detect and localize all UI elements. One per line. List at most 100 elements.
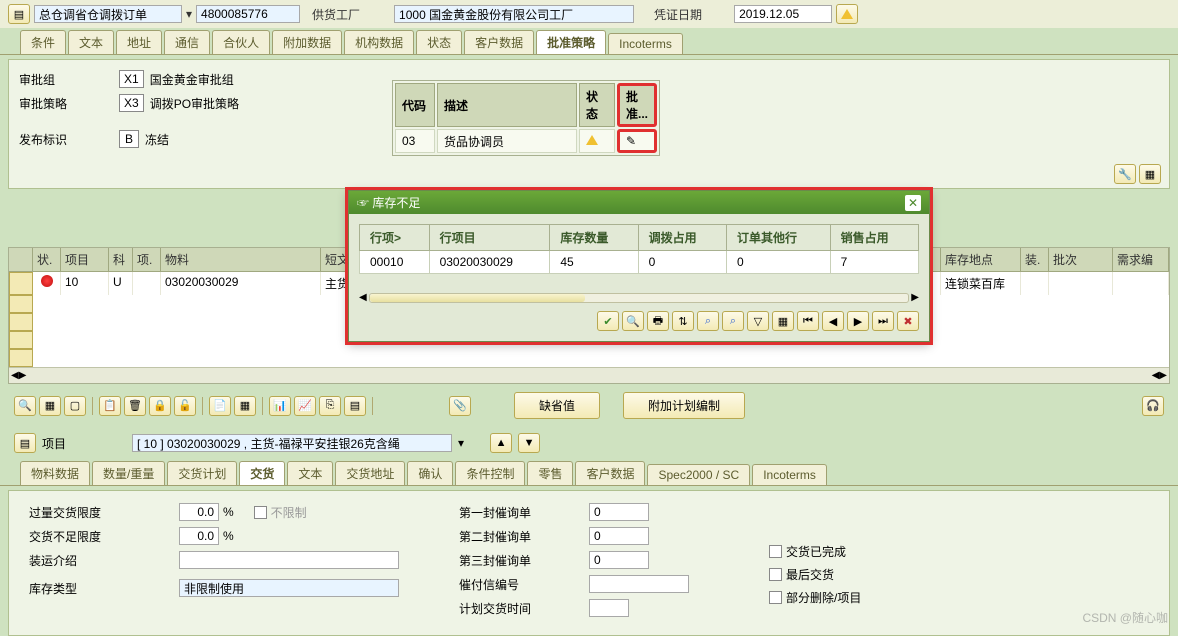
scroll-right2-icon[interactable]: ▶ [1159,370,1167,381]
grid-icon[interactable]: ▦ [772,311,794,331]
dlg-col-transfer: 调拨占用 [638,225,726,251]
expand2-icon[interactable]: ▤ [14,433,36,453]
last-icon[interactable]: ⏭ [872,311,894,331]
scroll-left-icon[interactable]: ◀ [11,370,19,381]
tab2-qty[interactable]: 数量/重量 [92,461,165,485]
tab2-text[interactable]: 文本 [287,461,333,485]
copy-icon[interactable]: 📋 [99,396,121,416]
scroll-right-icon[interactable]: ▶ [911,292,919,303]
tab-status[interactable]: 状态 [416,30,462,54]
tab-comm[interactable]: 通信 [164,30,210,54]
dun2-input[interactable] [589,527,649,545]
unlimited-checkbox[interactable] [254,506,267,519]
first-icon[interactable]: ⏮ [797,311,819,331]
default-button[interactable]: 缺省值 [514,392,600,419]
date-help-icon[interactable] [836,4,858,24]
chk-last[interactable] [769,568,782,581]
approve-button-cell[interactable]: ✎ [617,129,657,153]
select-all-icon[interactable]: ▦ [39,396,61,416]
tab2-cust[interactable]: 客户数据 [575,461,645,485]
tab-orgdata[interactable]: 机构数据 [344,30,414,54]
deselect-icon[interactable]: ▢ [64,396,86,416]
help-icon[interactable]: 🎧 [1142,396,1164,416]
dun2-label: 第二封催询单 [459,528,549,545]
scrollbar-track[interactable] [369,293,910,303]
item-dropdown[interactable] [132,434,452,452]
tab2-material[interactable]: 物料数据 [20,461,90,485]
tab2-cond[interactable]: 条件控制 [455,461,525,485]
tab-partner[interactable]: 合伙人 [212,30,270,54]
ship-input[interactable] [179,551,399,569]
next-item-icon[interactable]: ▼ [518,433,540,453]
dialog-scrollbar[interactable]: ◀ ▶ [349,284,929,303]
chk-partial[interactable] [769,591,782,604]
tab-address[interactable]: 地址 [116,30,162,54]
tab2-delivery[interactable]: 交货 [239,461,285,485]
tab-conditions[interactable]: 条件 [20,30,66,54]
tab2-sched[interactable]: 交货计划 [167,461,237,485]
lock-icon[interactable]: 🔒 [149,396,171,416]
tab2-inco[interactable]: Incoterms [752,464,827,485]
expand-icon[interactable]: ▤ [8,4,30,24]
row-selector[interactable] [9,272,33,295]
scroll-right-icon[interactable]: ▶ [19,370,27,381]
underdel-input[interactable] [179,527,219,545]
find-icon[interactable]: ⌕ [697,311,719,331]
close-icon[interactable]: ✕ [905,195,921,211]
plant-input[interactable] [394,5,634,23]
delete-icon[interactable]: 🗑 [124,396,146,416]
table-row[interactable]: 00010 03020030029 45 0 0 7 [360,251,919,274]
tool4-icon[interactable]: 📈 [294,396,316,416]
tab-incoterms[interactable]: Incoterms [608,33,683,54]
filter-icon[interactable]: ▽ [747,311,769,331]
doc-number-input[interactable] [196,5,300,23]
scroll-left2-icon[interactable]: ◀ [1152,370,1160,381]
table-row[interactable] [9,349,1169,367]
next2-icon[interactable]: ▶ [847,311,869,331]
scroll-left-icon[interactable]: ◀ [359,292,367,303]
tab2-spec[interactable]: Spec2000 / SC [647,464,750,485]
detail-icon[interactable]: 🔍 [14,396,36,416]
unlock-icon[interactable]: 🔓 [174,396,196,416]
tab2-confirm[interactable]: 确认 [407,461,453,485]
plan-button[interactable]: 附加计划编制 [623,392,745,419]
tab-custdata[interactable]: 客户数据 [464,30,534,54]
tab-approval[interactable]: 批准策略 [536,30,606,54]
tool5-icon[interactable]: ⎘ [319,396,341,416]
tool3-icon[interactable]: 📊 [269,396,291,416]
findnext-icon[interactable]: ⌕ [722,311,744,331]
chk-done[interactable] [769,545,782,558]
overdel-label: 过量交货限度 [29,504,129,521]
dun1-label: 第一封催询单 [459,504,549,521]
doc-date-input[interactable] [734,5,832,23]
sort-icon[interactable]: ⇅ [672,311,694,331]
tab-text[interactable]: 文本 [68,30,114,54]
scrollbar-thumb[interactable] [370,294,585,302]
dropdown-icon[interactable]: ▾ [186,7,192,21]
overdel-input[interactable] [179,503,219,521]
tab2-addr[interactable]: 交货地址 [335,461,405,485]
bottom-tabstrip: 物料数据 数量/重量 交货计划 交货 文本 交货地址 确认 条件控制 零售 客户… [0,461,1178,486]
dropdown2-icon[interactable]: ▾ [458,436,464,450]
tool2-icon[interactable]: ▦ [234,396,256,416]
tab-addldata[interactable]: 附加数据 [272,30,342,54]
tool-icon[interactable]: 🔧 [1114,164,1136,184]
stocktype-dropdown[interactable] [179,579,399,597]
prev-icon[interactable]: ◀ [822,311,844,331]
plantime-input[interactable] [589,599,629,617]
tab2-retail[interactable]: 零售 [527,461,573,485]
tool1-icon[interactable]: 📄 [209,396,231,416]
dunmsg-input[interactable] [589,575,689,593]
cancel-icon[interactable]: ✖ [897,311,919,331]
dun1-input[interactable] [589,503,649,521]
print-icon[interactable]: 🖶 [647,311,669,331]
tool6-icon[interactable]: ▤ [344,396,366,416]
dlg-col-line[interactable]: 行项> [360,225,430,251]
layout-icon[interactable]: ▦ [1139,164,1161,184]
dun3-input[interactable] [589,551,649,569]
prev-item-icon[interactable]: ▲ [490,433,512,453]
check-icon[interactable]: ✔ [597,311,619,331]
attach-icon[interactable]: 📎 [449,396,471,416]
doc-type-dropdown[interactable] [34,5,182,23]
detail2-icon[interactable]: 🔍 [622,311,644,331]
